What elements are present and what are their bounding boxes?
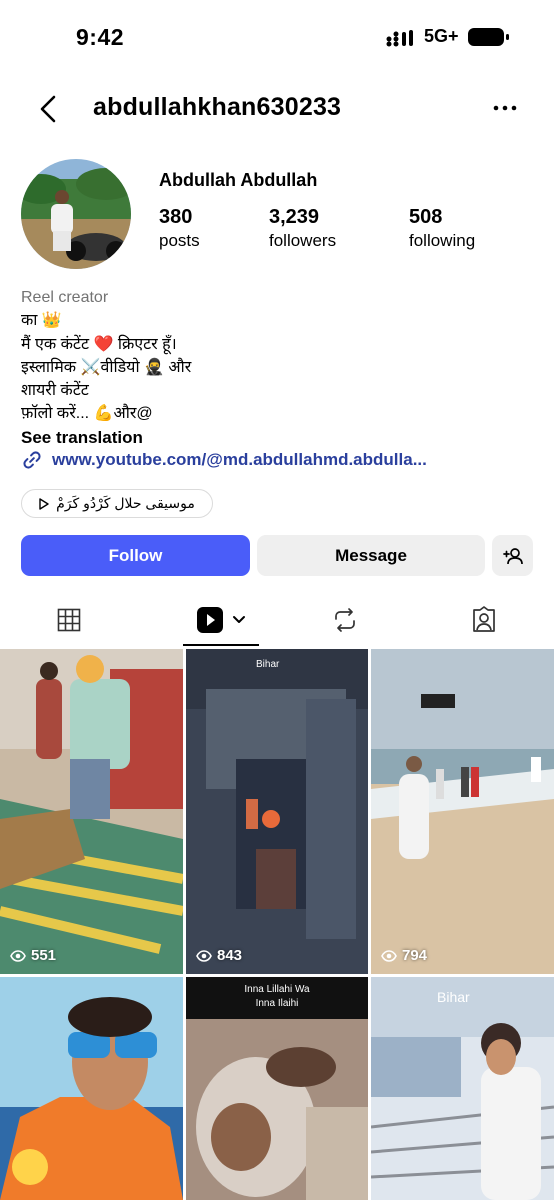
reel-thumbnail[interactable]: Inna Lillahi Wa Inna Ilaihi <box>186 977 368 1200</box>
more-options-icon[interactable] <box>490 98 520 118</box>
profile-bio: Reel creator का 👑 मैं एक कंटेंट ❤️ क्रिए… <box>21 286 541 449</box>
back-arrow-icon[interactable] <box>34 94 64 124</box>
reel-caption: Inna Lillahi Wa Inna Ilaihi <box>244 984 310 1009</box>
network-type: 5G+ <box>424 26 459 46</box>
eye-icon <box>196 949 212 962</box>
followers-stat[interactable]: 3,239 followers <box>269 205 336 253</box>
bio-line: का 👑 <box>21 312 62 330</box>
header-username: abdullahkhan630233 <box>93 93 342 121</box>
reel-image <box>371 977 554 1200</box>
view-count-text: 551 <box>31 947 57 964</box>
battery-icon <box>468 28 509 46</box>
reel-image <box>0 649 183 974</box>
reel-thumbnail[interactable]: Bihar 843 <box>186 649 368 974</box>
bio-line: मैं एक कंटेंट ❤️ क्रिएटर हूँ। <box>21 335 177 353</box>
reel-thumbnail[interactable]: 551 <box>0 649 183 974</box>
following-label: following <box>409 231 476 250</box>
repost-icon <box>335 608 355 632</box>
reel-image <box>0 977 183 1200</box>
music-pill[interactable]: موسیقی حلال کَرْدُو کَرَمْ <box>21 489 213 518</box>
posts-count: 380 <box>159 206 193 228</box>
following-count: 508 <box>409 206 443 228</box>
view-count-text: 794 <box>402 947 428 964</box>
bio-line: फ़ॉलो करें... 💪और@ <box>21 405 153 423</box>
reel-thumbnail[interactable]: Bihar <box>371 977 554 1200</box>
message-button[interactable]: Message <box>257 535 485 576</box>
bio-category: Reel creator <box>21 289 109 306</box>
music-label: موسیقی حلال کَرْدُو کَرَمْ <box>56 495 195 511</box>
tab-reposts[interactable] <box>318 594 372 646</box>
view-count-text: 843 <box>217 947 243 964</box>
reel-thumbnail[interactable] <box>0 977 183 1200</box>
add-user-icon <box>502 547 523 564</box>
active-tab-indicator <box>183 644 259 646</box>
tab-reels[interactable] <box>188 594 254 646</box>
status-bar: 9:42 5G+ <box>0 0 554 70</box>
view-count: 551 <box>10 947 56 964</box>
bio-line: इस्लामिक ⚔️वीडियो 🥷 और <box>21 358 192 376</box>
tagged-user-icon <box>473 606 495 632</box>
reel-image <box>371 649 554 974</box>
play-icon <box>39 497 49 510</box>
profile-full-name: Abdullah Abdullah <box>159 170 318 190</box>
reels-grid: 551 Bihar 843 794 Inna Lillahi Wa Inna I… <box>0 649 554 1200</box>
profile-tabs <box>0 594 554 648</box>
signal-icon <box>386 30 413 47</box>
posts-label: posts <box>159 231 200 250</box>
see-translation-link[interactable]: See translation <box>21 426 541 449</box>
grid-icon <box>57 608 81 632</box>
posts-stat[interactable]: 380 posts <box>159 205 200 253</box>
view-count: 794 <box>381 947 427 964</box>
link-icon <box>23 451 41 469</box>
tab-grid[interactable] <box>42 594 96 646</box>
bio-line: शायरी कंटेंट <box>21 382 89 400</box>
reel-caption: Bihar <box>256 659 280 670</box>
avatar-photo <box>21 159 131 269</box>
followers-label: followers <box>269 231 337 250</box>
status-time: 9:42 <box>76 24 125 50</box>
view-count: 843 <box>196 947 242 964</box>
profile-header: abdullahkhan630233 <box>0 84 554 134</box>
followers-count: 3,239 <box>269 206 320 228</box>
reel-caption: Bihar <box>437 989 470 1005</box>
tab-tagged[interactable] <box>457 594 511 646</box>
chevron-down-icon <box>233 616 245 623</box>
bio-link[interactable]: www.youtube.com/@md.abdullahmd.abdulla..… <box>21 449 427 471</box>
profile-avatar[interactable] <box>21 159 131 269</box>
reels-icon <box>197 607 223 633</box>
bio-link-text: www.youtube.com/@md.abdullahmd.abdulla..… <box>52 450 427 469</box>
reel-thumbnail[interactable]: 794 <box>371 649 554 974</box>
eye-icon <box>10 949 26 962</box>
follow-button[interactable]: Follow <box>21 535 250 576</box>
suggested-users-button[interactable] <box>492 535 533 576</box>
eye-icon <box>381 949 397 962</box>
reel-image <box>186 649 368 974</box>
following-stat[interactable]: 508 following <box>409 205 475 253</box>
